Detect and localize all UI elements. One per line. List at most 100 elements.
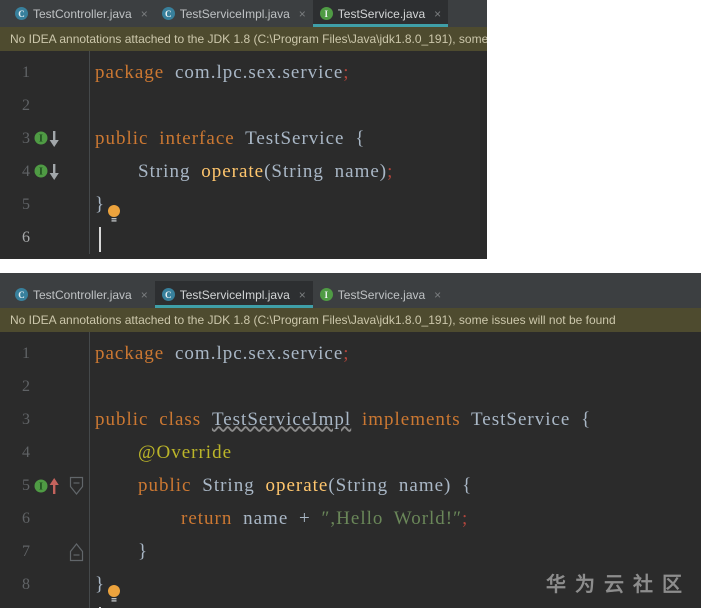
tab-bar: C TestController.java × C TestServiceImpl.ja…: [0, 281, 701, 308]
line-number: 2: [22, 96, 30, 114]
svg-text:I: I: [39, 481, 43, 492]
code-token: ;: [343, 342, 350, 364]
code-text: }: [89, 193, 121, 222]
code-line: 2: [0, 370, 701, 403]
line-number: 3: [22, 129, 30, 147]
code-token: operate: [265, 474, 329, 496]
code-line: 5}: [0, 188, 487, 222]
code-text: package com.lpc.sex.service;: [89, 343, 350, 365]
code-line: 4 @Override: [0, 436, 701, 469]
code-line: 1 package com.lpc.sex.service;: [0, 337, 701, 370]
code-text: public String operate (String name) {: [89, 475, 472, 497]
code-line: 1 package com.lpc.sex.service;: [0, 56, 487, 89]
editor-window-top: C TestController.java × C TestServiceImpl.ja…: [0, 0, 487, 259]
code-line: 7 }: [0, 535, 701, 568]
code-line: 3 Ipublic interface TestService {: [0, 122, 487, 155]
code-editor[interactable]: 1 package com.lpc.sex.service; 2 3 public cl…: [0, 332, 701, 608]
tab-testservice-java[interactable]: I TestService.java ×: [312, 0, 449, 27]
close-icon[interactable]: ×: [141, 8, 148, 20]
code-token: String: [191, 474, 266, 496]
code-token: }: [95, 193, 106, 215]
code-token: package: [95, 342, 165, 364]
code-token: ″,Hello World!″: [321, 507, 463, 529]
code-line: [0, 601, 701, 608]
code-line: 6 return name + ″,Hello World!″;: [0, 502, 701, 535]
line-number: 3: [22, 410, 30, 428]
code-token: TestServiceImpl: [211, 408, 352, 430]
code-token: }: [95, 540, 149, 562]
code-text: @Override: [89, 442, 232, 464]
line-number: 6: [22, 509, 30, 527]
line-number: 7: [22, 542, 30, 560]
code-token: name +: [232, 507, 322, 529]
code-line: 3 public class TestServiceImpl implements…: [0, 403, 701, 436]
code-token: return: [95, 507, 233, 529]
code-token: (String name) {: [328, 474, 473, 496]
tab-label: TestController.java: [33, 287, 132, 302]
code-token: public class: [95, 408, 212, 430]
editor-window-bottom: C TestController.java × C TestServiceImpl.ja…: [0, 273, 701, 608]
code-text: return name + ″,Hello World!″;: [89, 508, 468, 530]
close-icon[interactable]: ×: [434, 289, 441, 301]
svg-text:I: I: [39, 133, 43, 144]
code-token: package: [95, 61, 165, 83]
code-editor[interactable]: 1 package com.lpc.sex.service; 2 3 Ipublic i…: [0, 51, 487, 254]
screenshot-root: { "app": { "watermark": "华为云社区" }, "colo…: [0, 0, 701, 608]
class-icon: C: [161, 7, 175, 20]
line-number: 8: [22, 575, 30, 593]
fold-start-icon[interactable]: [64, 476, 89, 496]
code-text: }: [89, 541, 148, 563]
svg-text:I: I: [39, 166, 43, 177]
class-icon: C: [161, 288, 175, 301]
interface-icon: I: [319, 7, 333, 20]
code-token: public: [95, 474, 192, 496]
close-icon[interactable]: ×: [299, 8, 306, 20]
tab-label: TestServiceImpl.java: [179, 6, 290, 21]
code-token: operate: [201, 160, 265, 182]
tab-label: TestService.java: [337, 287, 426, 302]
close-icon[interactable]: ×: [434, 8, 441, 20]
code-token: TestService {: [234, 127, 366, 149]
line-number: 5: [22, 195, 30, 213]
method-overrides-icon[interactable]: I: [30, 477, 64, 495]
interface-implemented-icon[interactable]: I: [30, 130, 64, 148]
line-number: 1: [22, 344, 30, 362]
lightbulb-icon[interactable]: [107, 584, 121, 602]
code-line: 5I public String operate (String name) {: [0, 469, 701, 502]
tab-testserviceimpl-java[interactable]: C TestServiceImpl.java ×: [155, 0, 313, 27]
line-number: 5: [22, 476, 30, 494]
code-token: ;: [462, 507, 469, 529]
tab-testcontroller-java[interactable]: C TestController.java ×: [8, 0, 155, 27]
interface-implemented-icon[interactable]: I: [30, 163, 64, 181]
code-token: }: [95, 573, 106, 595]
tab-testcontroller-java[interactable]: C TestController.java ×: [8, 281, 155, 308]
tab-label: TestController.java: [33, 6, 132, 21]
fold-end-icon[interactable]: [64, 542, 89, 562]
window-header-strip: [0, 273, 701, 281]
line-number: 1: [22, 63, 30, 81]
tab-label: TestServiceImpl.java: [179, 287, 290, 302]
code-token: public interface: [95, 127, 235, 149]
jdk-annotations-warning-banner: No IDEA annotations attached to the JDK …: [0, 308, 701, 332]
code-line: 2: [0, 89, 487, 122]
code-text: public interface TestService {: [89, 128, 365, 150]
code-token: String: [95, 160, 202, 182]
code-text: [89, 604, 101, 608]
close-icon[interactable]: ×: [141, 289, 148, 301]
code-token: (String name): [264, 160, 388, 182]
interface-icon: I: [319, 288, 333, 301]
lightbulb-icon[interactable]: [107, 204, 121, 222]
code-line: 4I String operate (String name);: [0, 155, 487, 188]
code-token: ;: [387, 160, 394, 182]
close-icon[interactable]: ×: [299, 289, 306, 301]
line-number: 6: [22, 228, 30, 246]
code-text: public class TestServiceImpl implements …: [89, 409, 591, 431]
tab-testserviceimpl-java[interactable]: C TestServiceImpl.java ×: [154, 281, 313, 308]
code-token: TestService {: [460, 408, 592, 430]
code-token: com.lpc.sex.service: [164, 61, 344, 83]
code-line: 6: [0, 221, 487, 254]
code-token: implements: [351, 408, 461, 430]
tab-testservice-java[interactable]: I TestService.java ×: [313, 281, 448, 308]
code-text: [89, 224, 101, 252]
